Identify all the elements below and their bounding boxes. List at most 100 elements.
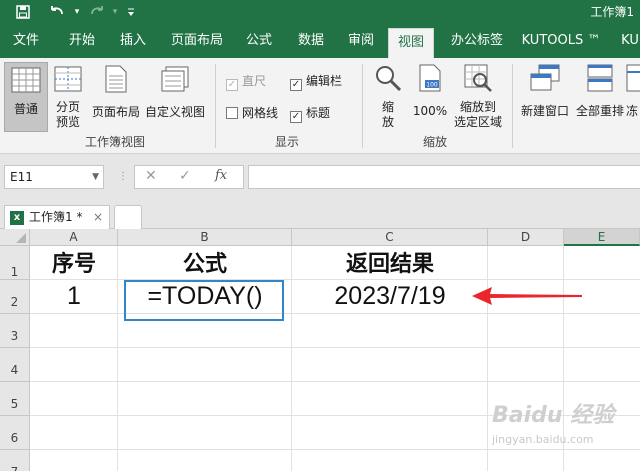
watermark-url: jingyan.baidu.com [492, 433, 594, 446]
zoom-to-selection-button[interactable]: 缩放到 选定区域 [452, 62, 504, 132]
cell-c1[interactable]: 返回结果 [292, 249, 488, 283]
headings-label: 标题 [306, 106, 331, 120]
undo-dropdown-icon[interactable]: ▾ [72, 2, 82, 22]
zoom-to-selection-label-2: 选定区域 [453, 115, 502, 129]
tab-formulas[interactable]: 公式 [238, 24, 280, 58]
tab-kutools[interactable]: KUTOOLS ™ [520, 24, 602, 58]
customize-toolbar-icon[interactable] [124, 2, 138, 22]
insert-function-icon[interactable]: fx [215, 168, 227, 183]
tab-page-layout[interactable]: 页面布局 [164, 24, 230, 58]
ribbon-view: 普通 分页 预览 页面布局 自定义视图 工作簿视图 ✓ 直尺 ✓ 编辑栏 网格线… [0, 58, 640, 154]
ruler-checkbox[interactable]: ✓ 直尺 [226, 72, 266, 91]
zoom-group-label: 缩放 [422, 135, 447, 149]
select-all-corner[interactable] [0, 229, 30, 246]
worksheet-grid[interactable]: A B C D E 1 2 3 4 5 6 7 序号 公式 返回结果 1 =TO… [0, 229, 640, 471]
zoom-label-2: 放 [381, 115, 394, 129]
tab-home[interactable]: 开始 [56, 24, 108, 58]
gridlines-checkbox[interactable]: 网格线 [226, 104, 278, 121]
formula-bar-buttons: ✕ ✓ fx [134, 165, 244, 189]
tab-review[interactable]: 审阅 [340, 24, 382, 58]
page-layout-view-button[interactable]: 页面布局 [90, 62, 142, 132]
tab-office-tab[interactable]: 办公标签 [444, 24, 510, 58]
headings-check-icon: ✓ [290, 111, 302, 123]
zoom-to-selection-label-1: 缩放到 [459, 100, 496, 114]
normal-view-button[interactable]: 普通 [4, 62, 48, 132]
name-box[interactable]: E11 ▼ [4, 165, 104, 189]
column-header-a[interactable]: A [30, 229, 118, 246]
zoom-button[interactable]: 缩 放 [370, 62, 406, 132]
tab-insert[interactable]: 插入 [112, 24, 154, 58]
cell-a2[interactable]: 1 [30, 281, 118, 313]
zoom-to-selection-icon [464, 64, 492, 92]
group-divider [512, 64, 513, 148]
column-header-b[interactable]: B [118, 229, 292, 246]
enter-icon[interactable]: ✓ [179, 168, 191, 184]
arrange-all-button[interactable]: 全部重排 [574, 62, 626, 132]
freeze-panes-button[interactable]: 冻 [626, 62, 640, 132]
workbook-tab-label: 工作簿1 * [29, 210, 83, 224]
tab-view[interactable]: 视图 [388, 28, 434, 58]
svg-text:100: 100 [426, 82, 438, 89]
cancel-icon[interactable]: ✕ [145, 168, 157, 184]
arrange-all-label: 全部重排 [575, 104, 624, 118]
row-header-6[interactable]: 6 [0, 416, 30, 450]
page-break-preview-button[interactable]: 分页 预览 [50, 62, 86, 132]
close-tab-icon[interactable]: × [93, 206, 103, 228]
freeze-panes-icon [626, 64, 640, 92]
cell-a1[interactable]: 序号 [30, 249, 118, 283]
save-icon[interactable] [12, 2, 34, 22]
formula-bar-grip-icon[interactable]: ⋮ [118, 169, 128, 185]
normal-view-icon [11, 67, 41, 93]
name-box-dropdown-icon[interactable]: ▼ [92, 166, 99, 188]
title-bar: ▾ ▾ 工作簿1 [0, 0, 640, 24]
column-header-d[interactable]: D [488, 229, 564, 246]
cell-c2[interactable]: 2023/7/19 [292, 281, 488, 313]
row-header-5[interactable]: 5 [0, 382, 30, 416]
ruler-check-icon: ✓ [226, 79, 238, 91]
redo-icon[interactable] [86, 2, 108, 22]
ruler-label: 直尺 [242, 74, 267, 88]
workbook-tab[interactable]: x 工作簿1 * × [4, 205, 110, 229]
row-header-3[interactable]: 3 [0, 314, 30, 348]
row-header-1[interactable]: 1 [0, 246, 30, 280]
freeze-panes-label: 冻 [626, 104, 639, 118]
tab-data[interactable]: 数据 [290, 24, 332, 58]
gridline [30, 347, 640, 348]
row-header-2[interactable]: 2 [0, 280, 30, 314]
column-header-e[interactable]: E [564, 229, 640, 246]
formula-bar-checkbox[interactable]: ✓ 编辑栏 [290, 72, 342, 91]
zoom-100-button[interactable]: 100 100% [410, 62, 450, 132]
new-tab-button[interactable] [114, 205, 142, 229]
headings-checkbox[interactable]: ✓ 标题 [290, 104, 330, 123]
tab-file[interactable]: 文件 [0, 24, 52, 58]
excel-file-icon: x [10, 211, 24, 225]
workbook-tab-bar: x 工作簿1 * × [0, 197, 640, 229]
row-header-7[interactable]: 7 [0, 450, 30, 471]
page-layout-view-label: 页面布局 [91, 105, 140, 119]
page-layout-view-icon [105, 65, 127, 93]
red-arrow-annotation [472, 287, 582, 305]
redo-dropdown-icon[interactable]: ▾ [110, 2, 120, 22]
formula-bar-label: 编辑栏 [306, 74, 343, 88]
cell-b1[interactable]: 公式 [118, 249, 292, 283]
magnifier-icon [376, 66, 402, 92]
custom-views-button[interactable]: 自定义视图 [144, 62, 206, 132]
formula-bar: E11 ▼ ⋮ ✕ ✓ fx [0, 155, 640, 197]
group-divider [215, 64, 216, 148]
undo-icon[interactable] [44, 2, 70, 22]
page-break-preview-label-1: 分页 [55, 100, 80, 114]
column-header-c[interactable]: C [292, 229, 488, 246]
zoom-100-label: 100% [412, 104, 448, 118]
tab-kutools-plus[interactable]: KU [616, 24, 640, 58]
new-window-button[interactable]: 新建窗口 [518, 62, 572, 132]
formula-input[interactable] [248, 165, 640, 189]
name-box-value: E11 [10, 170, 33, 184]
page-break-preview-label-2: 预览 [55, 115, 80, 129]
show-group-label: 显示 [274, 135, 299, 149]
normal-view-label: 普通 [13, 102, 38, 116]
group-divider [362, 64, 363, 148]
new-window-icon [530, 64, 560, 91]
ribbon-tab-bar: 文件 开始 插入 页面布局 公式 数据 审阅 视图 办公标签 KUTOOLS ™… [0, 24, 640, 58]
window-title: 工作簿1 [590, 5, 634, 19]
row-header-4[interactable]: 4 [0, 348, 30, 382]
